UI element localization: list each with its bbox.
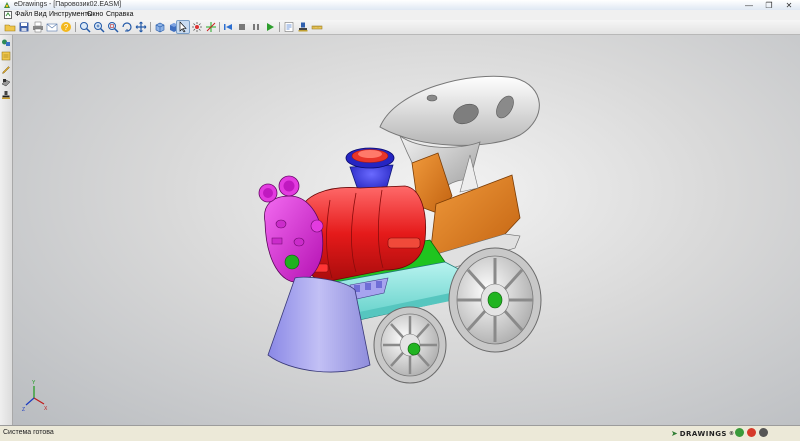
axis-triad: Y X Z bbox=[22, 380, 48, 413]
menu-window[interactable]: Окно bbox=[87, 10, 103, 20]
rotate-icon[interactable] bbox=[121, 21, 133, 33]
status-text: Система готова bbox=[3, 429, 54, 436]
left-toolbar bbox=[0, 35, 13, 425]
markup-icon[interactable] bbox=[283, 21, 295, 33]
svg-text:Z: Z bbox=[22, 407, 25, 413]
zoom-to-fit-icon[interactable] bbox=[79, 21, 91, 33]
status-bar: Система готова ➤ DRAWINGS ® bbox=[0, 425, 800, 441]
face-front[interactable] bbox=[258, 175, 324, 283]
locomotive-model[interactable]: Y X Z bbox=[13, 35, 800, 425]
section-icon[interactable] bbox=[1, 77, 11, 87]
toolbar-separator bbox=[219, 22, 220, 32]
roof-canopy[interactable] bbox=[379, 75, 540, 201]
window-controls: — ❐ ✕ bbox=[742, 0, 796, 10]
zoom-to-area-icon[interactable] bbox=[107, 21, 119, 33]
toolbar-separator bbox=[75, 22, 76, 32]
stop-icon[interactable] bbox=[236, 21, 248, 33]
pause-icon[interactable] bbox=[250, 21, 262, 33]
configurations-icon[interactable] bbox=[1, 51, 11, 61]
display-style-icon[interactable] bbox=[154, 21, 166, 33]
measure-icon[interactable] bbox=[311, 21, 323, 33]
menu-view[interactable]: Вид bbox=[34, 10, 47, 20]
print-icon[interactable] bbox=[32, 21, 44, 33]
status-red-icon[interactable] bbox=[747, 428, 756, 437]
email-icon[interactable] bbox=[46, 21, 58, 33]
select-icon[interactable] bbox=[176, 20, 190, 34]
logo-trademark: ® bbox=[728, 430, 735, 437]
save-icon[interactable] bbox=[18, 21, 30, 33]
rear-big-wheel[interactable] bbox=[448, 247, 542, 353]
menu-help[interactable]: Справка bbox=[106, 10, 133, 20]
help-icon[interactable]: ? bbox=[60, 21, 72, 33]
minimize-button[interactable]: — bbox=[742, 1, 756, 10]
explode-icon[interactable] bbox=[191, 21, 203, 33]
components-icon[interactable] bbox=[1, 38, 11, 48]
markup-pen-icon[interactable] bbox=[1, 64, 11, 74]
go-to-start-icon[interactable] bbox=[222, 21, 234, 33]
main-toolbar: ? bbox=[0, 20, 800, 35]
status-green-icon[interactable] bbox=[735, 428, 744, 437]
stamp-icon[interactable] bbox=[297, 21, 309, 33]
edrawings-logo: ➤ DRAWINGS ® bbox=[671, 428, 734, 439]
status-icons bbox=[735, 428, 768, 437]
3d-viewport[interactable]: Y X Z bbox=[13, 35, 800, 425]
menu-file[interactable]: Файл bbox=[15, 10, 32, 20]
svg-text:Y: Y bbox=[32, 380, 36, 386]
zoom-in-out-icon[interactable] bbox=[93, 21, 105, 33]
status-gray-icon[interactable] bbox=[759, 428, 768, 437]
cowcatcher[interactable] bbox=[267, 276, 371, 373]
close-button[interactable]: ✕ bbox=[782, 1, 796, 10]
front-small-wheel[interactable] bbox=[373, 306, 447, 384]
toolbar-separator bbox=[150, 22, 151, 32]
pan-icon[interactable] bbox=[135, 21, 147, 33]
toolbar-separator bbox=[279, 22, 280, 32]
logo-arrows-icon: ➤ bbox=[671, 429, 678, 438]
open-icon[interactable] bbox=[4, 21, 16, 33]
logo-brand: DRAWINGS bbox=[679, 429, 727, 438]
menu-icon[interactable] bbox=[4, 10, 12, 20]
edrawings-app-icon bbox=[3, 1, 11, 9]
play-icon[interactable] bbox=[264, 21, 276, 33]
stamp-tool-icon[interactable] bbox=[1, 90, 11, 100]
window-title: eDrawings - [Паровозик02.EASM] bbox=[14, 1, 122, 8]
svg-text:X: X bbox=[44, 406, 48, 412]
svg-text:?: ? bbox=[64, 23, 69, 32]
3d-pointer-icon[interactable] bbox=[205, 21, 217, 33]
restore-button[interactable]: ❐ bbox=[762, 1, 776, 10]
